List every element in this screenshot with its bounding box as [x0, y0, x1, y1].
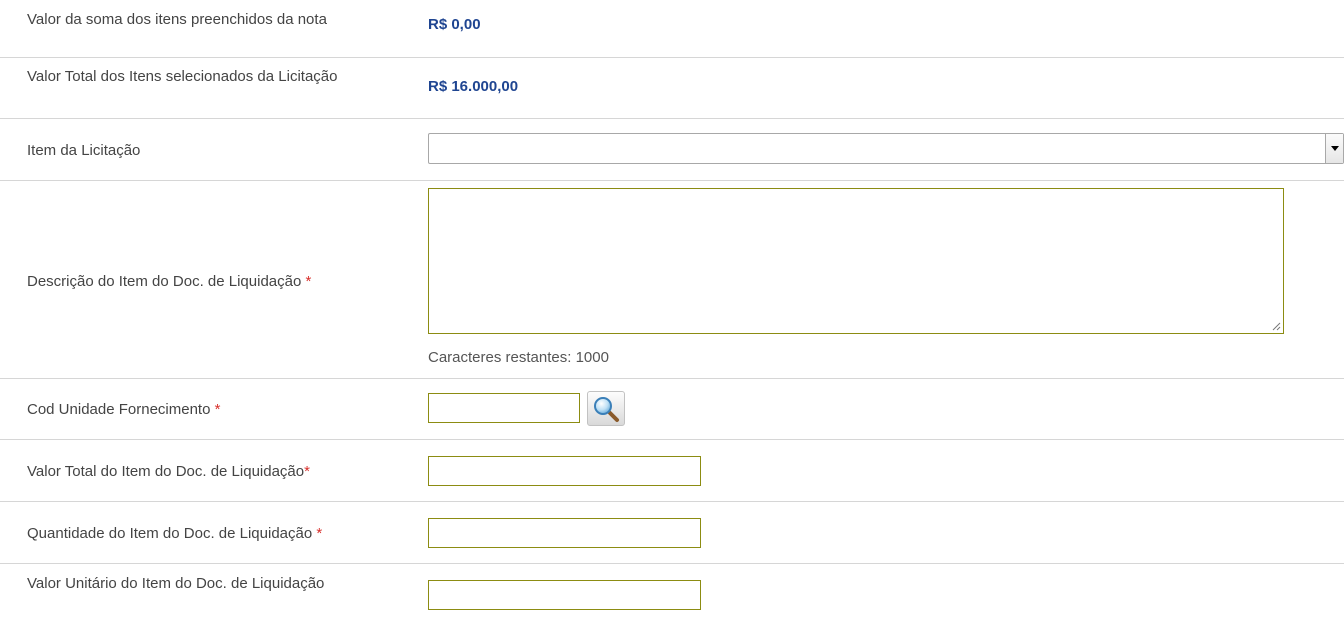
char-counter-label: Caracteres restantes: — [428, 349, 572, 366]
item-licitacao-select[interactable] — [428, 133, 1344, 164]
item-licitacao-label: Item da Licitação — [27, 142, 141, 159]
row-cod-unidade: Cod Unidade Fornecimento * — [0, 379, 1344, 440]
required-asterisk: * — [304, 463, 310, 480]
resize-grip-icon[interactable] — [1272, 322, 1281, 331]
row-total-value: Valor Total dos Itens selecionados da Li… — [0, 58, 1344, 119]
cod-unidade-label: Cod Unidade Fornecimento * — [27, 400, 220, 419]
magnifier-icon — [594, 397, 619, 422]
descricao-label: Descrição do Item do Doc. de Liquidação … — [27, 272, 311, 291]
lookup-unidade-button[interactable] — [587, 391, 625, 426]
char-counter: Caracteres restantes: 1000 — [428, 349, 609, 366]
quantidade-input[interactable] — [428, 518, 701, 548]
cod-unidade-input[interactable] — [428, 393, 580, 423]
liquidation-item-form: Valor da soma dos itens preenchidos da n… — [0, 0, 1344, 621]
valor-unitario-label: Valor Unitário do Item do Doc. de Liquid… — [27, 575, 325, 592]
cod-unidade-label-text: Cod Unidade Fornecimento — [27, 401, 211, 418]
valor-unitario-input[interactable] — [428, 580, 701, 610]
quantidade-label-text: Quantidade do Item do Doc. de Liquidação — [27, 525, 313, 542]
sum-value: R$ 0,00 — [428, 16, 481, 33]
row-sum-value: Valor da soma dos itens preenchidos da n… — [0, 0, 1344, 58]
total-value: R$ 16.000,00 — [428, 78, 519, 95]
required-asterisk: * — [316, 525, 323, 542]
total-value-label: Valor Total dos Itens selecionados da Li… — [27, 68, 338, 85]
required-asterisk: * — [214, 401, 221, 418]
valor-total-label-text: Valor Total do Item do Doc. de Liquidaçã… — [27, 463, 305, 480]
descricao-textarea[interactable] — [428, 188, 1284, 334]
valor-total-label: Valor Total do Item do Doc. de Liquidaçã… — [27, 462, 310, 481]
quantidade-label: Quantidade do Item do Doc. de Liquidação… — [27, 524, 322, 543]
valor-total-input[interactable] — [428, 456, 701, 486]
char-counter-value: 1000 — [575, 349, 609, 366]
descricao-label-text: Descrição do Item do Doc. de Liquidação — [27, 273, 302, 290]
sum-value-label: Valor da soma dos itens preenchidos da n… — [27, 11, 327, 28]
required-asterisk: * — [305, 273, 312, 290]
chevron-down-icon[interactable] — [1325, 134, 1343, 163]
